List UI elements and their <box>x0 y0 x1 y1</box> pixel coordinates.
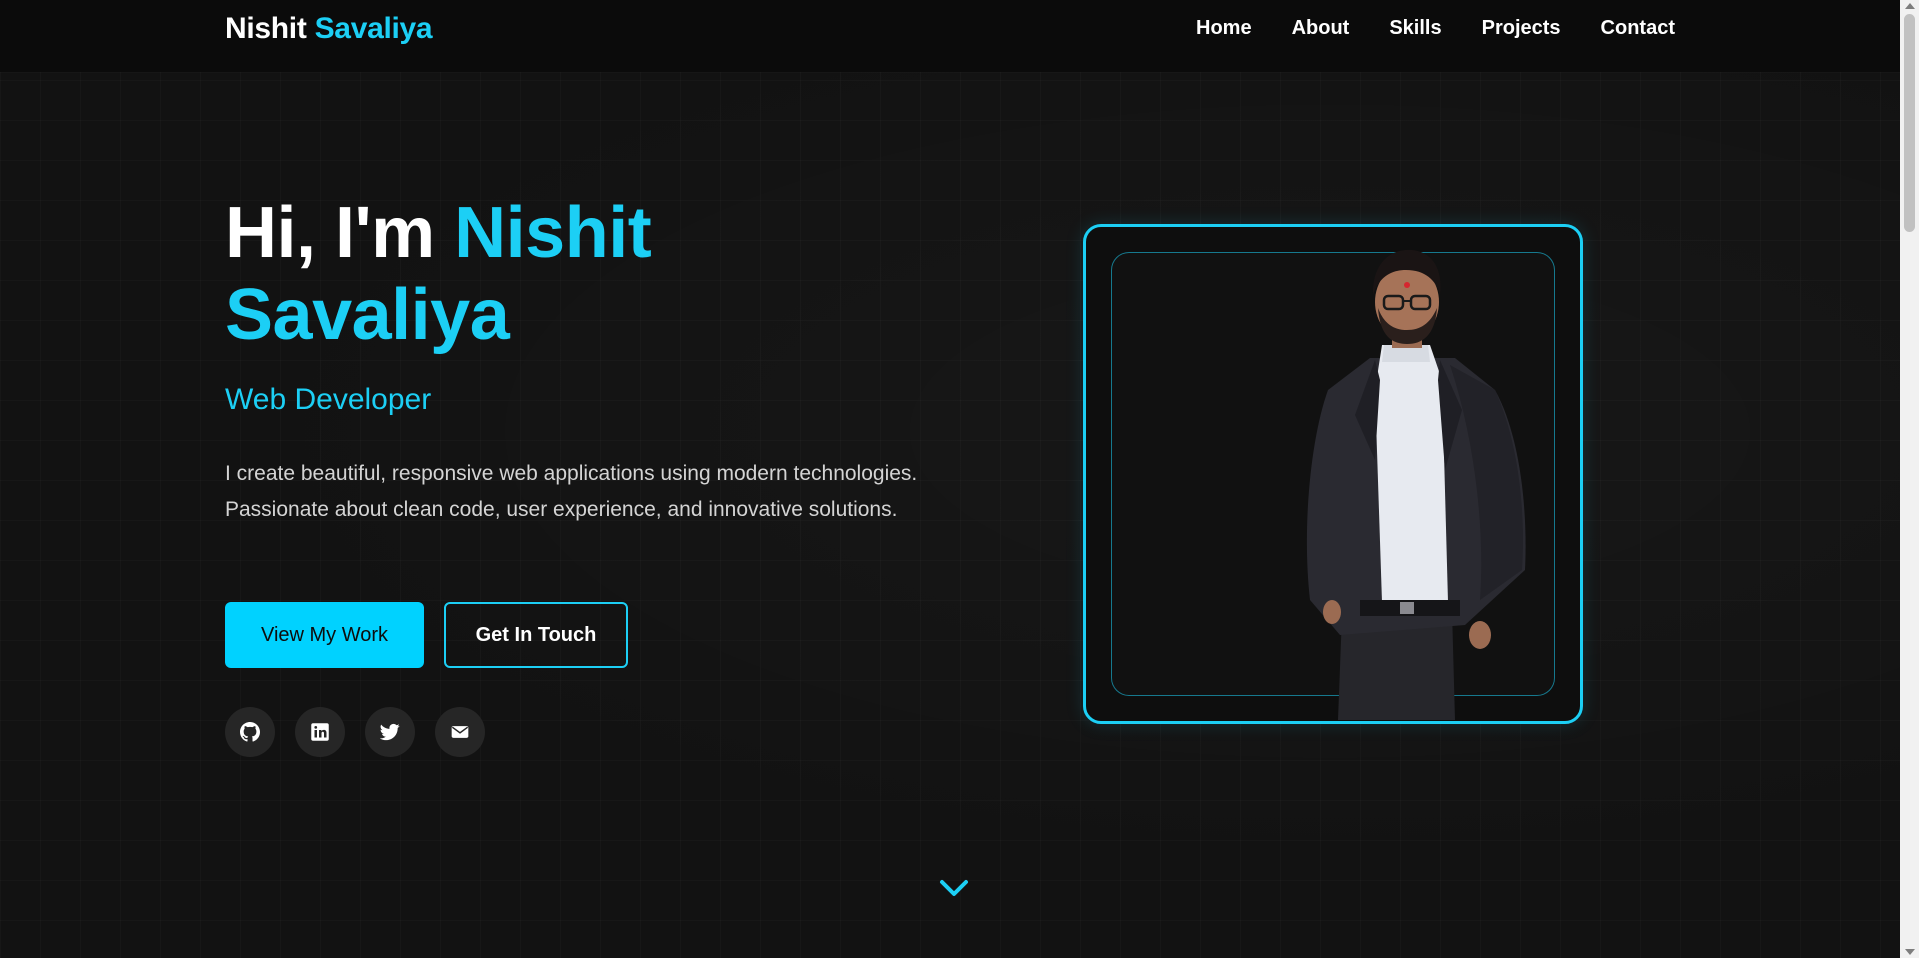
nav-menu: Home About Skills Projects Contact <box>1196 17 1675 40</box>
nav-link-skills[interactable]: Skills <box>1389 17 1441 40</box>
hero-heading: Hi, I'm Nishit Savaliya <box>225 192 652 356</box>
scroll-down-arrow-icon[interactable] <box>1905 949 1915 955</box>
nav-link-projects[interactable]: Projects <box>1482 17 1561 40</box>
hero-name-first: Nishit <box>454 193 652 273</box>
chevron-down-icon <box>940 880 968 896</box>
github-icon <box>240 722 260 742</box>
brand-first-name: Nishit <box>225 12 307 45</box>
hero-role: Web Developer <box>225 383 432 416</box>
twitter-icon <box>380 723 400 741</box>
get-in-touch-button[interactable]: Get In Touch <box>444 602 628 668</box>
linkedin-icon <box>311 723 329 741</box>
twitter-link[interactable] <box>365 707 415 757</box>
hero-name-last: Savaliya <box>225 275 510 355</box>
email-link[interactable] <box>435 707 485 757</box>
brand-last-name: Savaliya <box>314 12 433 45</box>
scroll-up-arrow-icon[interactable] <box>1905 3 1915 9</box>
hero-description: I create beautiful, responsive web appli… <box>225 462 918 521</box>
scroll-down-indicator[interactable] <box>938 876 970 900</box>
nav-link-home[interactable]: Home <box>1196 17 1252 40</box>
view-my-work-button[interactable]: View My Work <box>225 602 424 668</box>
nav-link-about[interactable]: About <box>1292 17 1350 40</box>
vertical-scrollbar[interactable] <box>1900 0 1919 958</box>
page: Nishit Savaliya Home About Skills Projec… <box>0 0 1900 958</box>
profile-photo <box>1306 249 1526 720</box>
nav-link-contact[interactable]: Contact <box>1601 17 1675 40</box>
hero-greeting: Hi, I'm <box>225 193 435 273</box>
scrollbar-thumb[interactable] <box>1904 14 1915 232</box>
navbar: Nishit Savaliya Home About Skills Projec… <box>0 0 1900 72</box>
linkedin-link[interactable] <box>295 707 345 757</box>
brand-logo[interactable]: Nishit Savaliya <box>225 12 433 46</box>
email-icon <box>451 726 469 738</box>
github-link[interactable] <box>225 707 275 757</box>
social-links <box>225 707 485 757</box>
